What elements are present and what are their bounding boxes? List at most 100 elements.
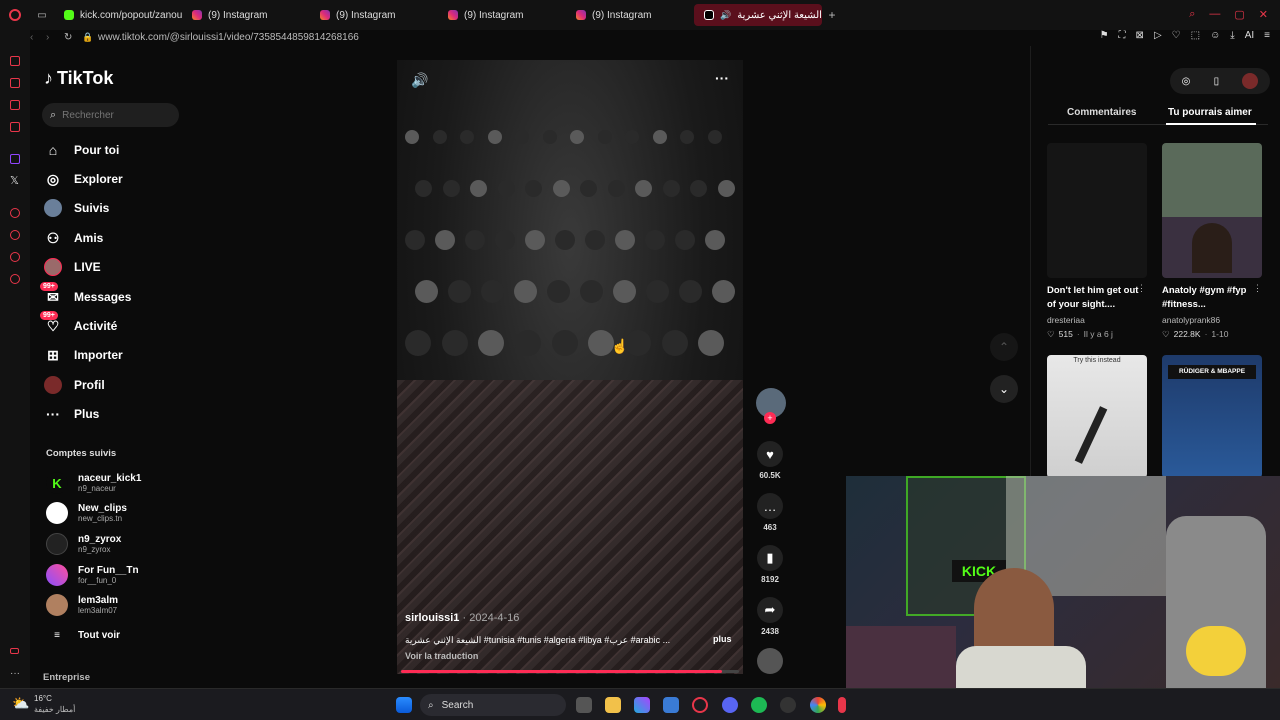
progress-bar[interactable] — [401, 670, 739, 673]
tab-instagram-4[interactable]: (9) Instagram — [566, 0, 694, 30]
save-button[interactable]: ▮ 8192 — [756, 545, 784, 584]
file-explorer-icon[interactable] — [605, 697, 621, 713]
sidebar-more-icon[interactable]: ··· — [10, 668, 20, 679]
phone-icon[interactable]: ▯ — [1214, 76, 1220, 87]
adblock-icon[interactable]: ⊠ — [1136, 30, 1144, 41]
aria-ai-button[interactable]: AI — [1245, 30, 1254, 41]
video-thumbnail[interactable]: RÜDIGER & MBAPPE — [1162, 355, 1262, 478]
windows-start-icon[interactable] — [396, 697, 412, 713]
forward-icon[interactable]: › — [46, 32, 64, 43]
maximize-icon[interactable]: ▢ — [1234, 8, 1244, 21]
search-box[interactable]: ⌕ — [42, 103, 179, 127]
tab-kick[interactable]: kick.com/popout/zanoun — [54, 0, 182, 30]
sidebar-instagram-icon[interactable] — [10, 122, 20, 132]
video-player[interactable]: 🔊 ··· ☝ sirlouissi1 · 2024-4-16 الشيعة ا… — [397, 60, 743, 674]
card-author[interactable]: anatolyprank86 — [1162, 315, 1220, 325]
opera-gx-icon[interactable] — [692, 697, 708, 713]
tab-instagram-2[interactable]: (9) Instagram — [310, 0, 438, 30]
search-tabs-icon[interactable]: ⌕ — [1189, 8, 1195, 21]
chrome-icon[interactable] — [810, 697, 826, 713]
nav-more[interactable]: ··· Plus — [44, 405, 99, 423]
tab-instagram-1[interactable]: (9) Instagram — [182, 0, 310, 30]
opera-menu-icon[interactable] — [0, 0, 30, 30]
card-more-icon[interactable]: ⋮ — [1137, 283, 1146, 294]
reload-icon[interactable]: ↻ — [64, 32, 82, 43]
previous-video-button[interactable]: ⌃ — [990, 333, 1018, 361]
speaker-icon[interactable]: 🔊 — [720, 10, 731, 21]
sidebar-messenger-icon[interactable] — [10, 100, 20, 110]
next-video-button[interactable]: ⌄ — [990, 375, 1018, 403]
workspace-icon[interactable]: ▭ — [30, 10, 54, 21]
caption-more-button[interactable]: plus — [713, 634, 732, 644]
card-more-icon[interactable]: ⋮ — [1253, 283, 1262, 294]
nav-explore[interactable]: ◎ Explorer — [44, 170, 123, 188]
spotify-icon[interactable] — [751, 697, 767, 713]
nav-live[interactable]: LIVE — [44, 258, 101, 276]
sidebar-clock-icon[interactable] — [10, 230, 20, 240]
translate-link[interactable]: Voir la traduction — [405, 651, 478, 661]
bookmark-icon[interactable]: ⚑ — [1100, 30, 1109, 41]
tiktok-logo[interactable]: ♪ TikTok — [44, 68, 113, 89]
volume-icon[interactable]: 🔊 — [411, 72, 428, 89]
minimize-icon[interactable]: — — [1209, 8, 1220, 21]
nav-upload[interactable]: ⊞ Importer — [44, 346, 123, 364]
like-button[interactable]: ♥ 60.5K — [756, 441, 784, 480]
company-link[interactable]: Entreprise — [43, 672, 90, 683]
card-title[interactable]: Anatoly #gym #fyp #fitness... — [1162, 284, 1254, 312]
nav-friends[interactable]: ⚇ Amis — [44, 229, 104, 247]
taskbar-search[interactable]: ⌕ Search — [420, 694, 566, 716]
sidebar-x-icon[interactable]: 𝕏 — [10, 174, 19, 187]
steam-icon[interactable] — [780, 697, 796, 713]
sound-disc-button[interactable] — [756, 648, 784, 674]
tab-comments[interactable]: Commentaires — [1067, 107, 1136, 118]
close-icon[interactable]: ✕ — [1259, 8, 1268, 21]
more-options-icon[interactable]: ··· — [715, 70, 729, 86]
followed-account[interactable]: n9_zyrox n9_zyrox — [46, 533, 121, 555]
tab-tiktok-active[interactable]: 🔊 الشيعة الإثني عشرية #ya — [694, 4, 822, 26]
weather-icon[interactable]: ⛅ — [12, 695, 29, 712]
video-thumbnail[interactable] — [1047, 143, 1147, 278]
search-input[interactable] — [62, 109, 163, 121]
sidebar-twitch-icon[interactable] — [10, 154, 20, 164]
followed-account[interactable]: For Fun__Tn for__fun_0 — [46, 564, 139, 586]
tab-you-may-like[interactable]: Tu pourrais aimer — [1168, 107, 1252, 118]
followed-account[interactable]: lem3alm lem3alm07 — [46, 594, 118, 616]
comment-button[interactable]: … 463 — [756, 493, 784, 532]
opera-icon[interactable] — [838, 697, 846, 713]
sidebar-cube-icon[interactable] — [10, 252, 20, 262]
store-icon[interactable] — [663, 697, 679, 713]
task-view-icon[interactable] — [576, 697, 592, 713]
nav-profile[interactable]: Profil — [44, 376, 105, 394]
profile-icon[interactable]: ☺ — [1210, 30, 1220, 41]
avatar[interactable] — [1242, 73, 1259, 89]
share-button[interactable]: ➦ 2438 — [756, 597, 784, 636]
sidebar-player-icon[interactable] — [10, 208, 20, 218]
player-icon[interactable]: ▷ — [1154, 30, 1162, 41]
discord-icon[interactable] — [722, 697, 738, 713]
sidebar-settings-icon[interactable] — [10, 274, 20, 284]
tab-instagram-3[interactable]: (9) Instagram — [438, 0, 566, 30]
card-title[interactable]: Don't let him get out of your sight.... — [1047, 284, 1139, 312]
see-all-link[interactable]: ≡ Tout voir — [46, 630, 120, 641]
nav-activity[interactable]: ♡ 99+ Activité — [40, 311, 117, 335]
url-field[interactable]: www.tiktok.com/@sirlouissi1/video/735854… — [98, 32, 359, 43]
video-thumbnail[interactable] — [1162, 143, 1262, 278]
video-author[interactable]: sirlouissi1 — [405, 612, 459, 624]
snapshot-icon[interactable]: ⛶ — [1119, 30, 1126, 41]
nav-messages[interactable]: ✉ 99+ Messages — [40, 282, 131, 306]
nav-for-you[interactable]: ⌂ Pour toi — [44, 141, 120, 159]
sidebar-bag-icon[interactable] — [10, 78, 20, 88]
back-icon[interactable]: ‹ — [30, 32, 46, 43]
sidebar-history-icon[interactable] — [10, 56, 20, 66]
download-icon[interactable]: ⤓ — [1230, 30, 1234, 41]
copilot-icon[interactable] — [634, 697, 650, 713]
compass-icon[interactable]: ◎ — [1182, 76, 1191, 87]
extensions-icon[interactable]: ⬚ — [1191, 30, 1200, 41]
nav-following[interactable]: Suivis — [44, 199, 109, 217]
heart-icon[interactable]: ♡ — [1172, 30, 1181, 41]
video-thumbnail[interactable]: Try this instead — [1047, 355, 1147, 478]
followed-account[interactable]: New_clips new_clips.tn — [46, 502, 127, 524]
new-tab-button[interactable]: + — [822, 8, 842, 22]
follow-plus-icon[interactable]: + — [764, 412, 776, 424]
author-avatar-button[interactable]: + — [756, 388, 786, 424]
